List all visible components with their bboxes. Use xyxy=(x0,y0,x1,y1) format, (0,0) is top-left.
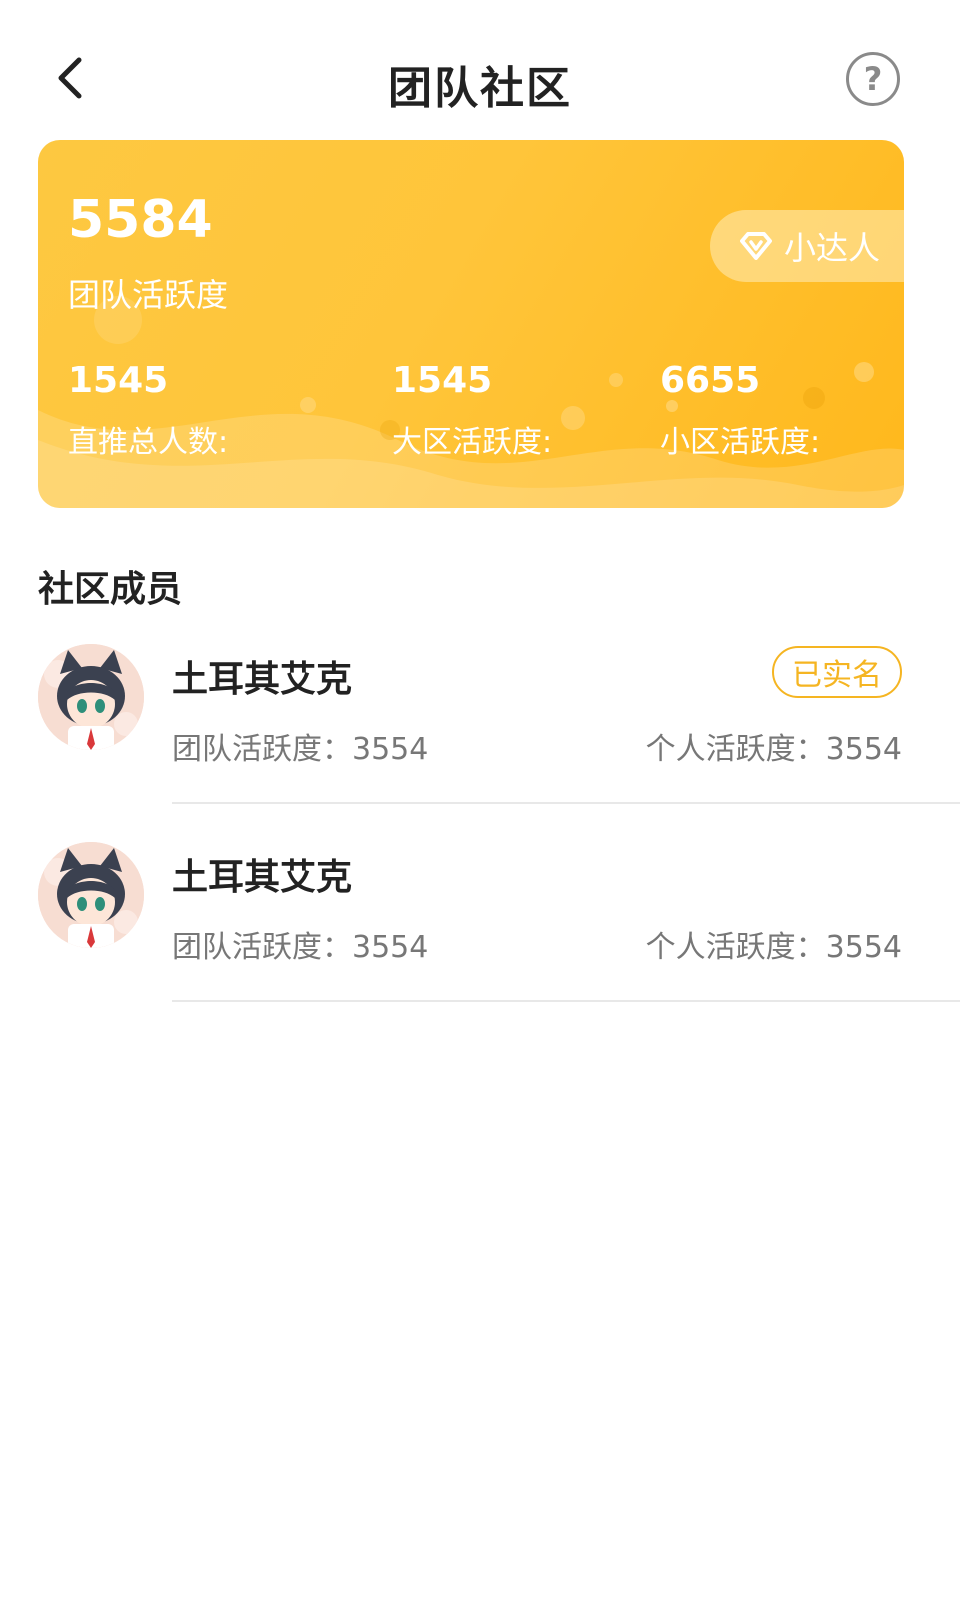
member-list-item[interactable]: 土耳其艾克 团队活跃度：3554 个人活跃度：3554 xyxy=(0,804,960,1002)
team-activity-label: 团队活跃度 xyxy=(68,276,229,314)
page-title: 团队社区 xyxy=(388,63,572,114)
avatar xyxy=(38,842,144,948)
member-list-item[interactable]: 土耳其艾克 已实名 团队活跃度：3554 个人活跃度：3554 xyxy=(0,606,960,804)
verified-badge: 已实名 xyxy=(772,646,902,698)
level-badge-label: 小达人 xyxy=(784,229,881,267)
diamond-icon xyxy=(740,232,772,260)
avatar xyxy=(38,644,144,750)
metric-value: 6655 xyxy=(660,360,761,401)
metric-value: 1545 xyxy=(392,360,493,401)
metric-direct-referrals: 1545 直推总人数: xyxy=(68,360,228,461)
member-name: 土耳其艾克 xyxy=(172,857,353,898)
metric-minor-zone-activity: 6655 小区活跃度: xyxy=(660,360,820,461)
question-circle-icon: ? xyxy=(863,60,883,98)
team-stats-card: 5584 团队活跃度 小达人 1545 直推总人数: 1545 大区活跃度: 6… xyxy=(38,140,904,508)
metric-label: 直推总人数: xyxy=(68,425,229,460)
team-activity-total: 5584 xyxy=(68,190,213,250)
help-button[interactable]: ? xyxy=(846,52,900,106)
member-team-activity: 团队活跃度：3554 xyxy=(172,732,429,767)
metric-label: 大区活跃度: xyxy=(392,425,553,460)
section-title: 社区成员 xyxy=(38,569,183,610)
divider xyxy=(172,1000,960,1002)
level-badge[interactable]: 小达人 xyxy=(710,210,904,282)
member-team-activity: 团队活跃度：3554 xyxy=(172,930,429,965)
member-name: 土耳其艾克 xyxy=(172,659,353,700)
member-personal-activity: 个人活跃度：3554 xyxy=(645,930,902,965)
metric-value: 1545 xyxy=(68,360,169,401)
metric-major-zone-activity: 1545 大区活跃度: xyxy=(392,360,552,461)
header-bar: 团队社区 ? xyxy=(0,0,960,140)
member-personal-activity: 个人活跃度：3554 xyxy=(645,732,902,767)
metric-label: 小区活跃度: xyxy=(660,425,821,460)
